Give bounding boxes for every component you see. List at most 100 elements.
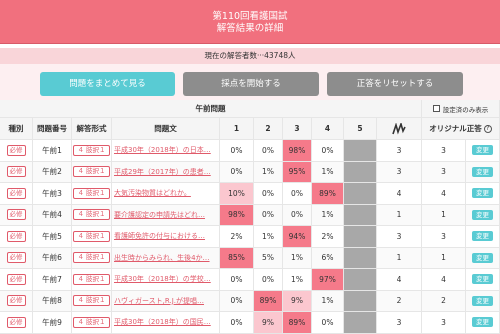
answer-value: 3 bbox=[377, 140, 422, 162]
question-number: 午前7 bbox=[33, 269, 72, 291]
original-answer: 4 bbox=[422, 183, 466, 205]
question-link[interactable]: 要介護認定の申請先はどれ… bbox=[112, 204, 220, 226]
option-3-percent: 94% bbox=[283, 226, 312, 248]
option-4-percent: 1% bbox=[312, 161, 344, 183]
change-button[interactable]: 変更 bbox=[472, 145, 493, 156]
question-link[interactable]: 看護師免許の付与における… bbox=[112, 226, 220, 248]
table-row: 必修 午前1 ４ 肢択１ 平成30年（2018年）の日本… 0% 0% 98% 0% 3 3 変更 bbox=[0, 140, 500, 162]
col-type: 解答形式 bbox=[72, 118, 112, 140]
view-all-questions-button[interactable]: 問題をまとめて見る bbox=[40, 72, 175, 96]
answer-value: 4 bbox=[377, 269, 422, 291]
question-link[interactable]: 平成30年（2018年）の学校… bbox=[112, 269, 220, 291]
start-grading-button[interactable]: 採点を開始する bbox=[183, 72, 319, 96]
question-number: 午前1 bbox=[33, 140, 72, 162]
question-link[interactable]: 平成29年（2017年）の患者… bbox=[112, 161, 220, 183]
option-1-percent: 0% bbox=[220, 312, 254, 334]
table-row: 必修 午前7 ４ 肢択１ 平成30年（2018年）の学校… 0% 0% 1% 97% 4 4 変更 bbox=[0, 269, 500, 291]
answer-type-badge: ４ 肢択１ bbox=[73, 230, 110, 242]
kind-cell: 必修 bbox=[0, 247, 33, 269]
change-cell: 変更 bbox=[466, 247, 500, 269]
question-link[interactable]: 平成30年（2018年）の日本… bbox=[112, 140, 220, 162]
change-button[interactable]: 変更 bbox=[472, 295, 493, 306]
answer-value: 3 bbox=[377, 161, 422, 183]
option-4-percent: 2% bbox=[312, 226, 344, 248]
change-button[interactable]: 変更 bbox=[472, 252, 493, 263]
kind-badge: 必修 bbox=[6, 295, 26, 307]
change-cell: 変更 bbox=[466, 269, 500, 291]
col-opt-3: 3 bbox=[283, 118, 312, 140]
kind-cell: 必修 bbox=[0, 290, 33, 312]
question-link[interactable]: 大気汚染物質はどれか。 bbox=[112, 183, 220, 205]
col-opt-2: 2 bbox=[254, 118, 283, 140]
option-5-disabled bbox=[344, 290, 377, 312]
answer-type-badge: ４ 肢択１ bbox=[73, 316, 110, 328]
original-answer: 4 bbox=[422, 269, 466, 291]
answer-value: 4 bbox=[377, 183, 422, 205]
reset-answers-button[interactable]: 正答をリセットする bbox=[327, 72, 463, 96]
option-4-percent: 0% bbox=[312, 140, 344, 162]
option-2-percent: 1% bbox=[254, 161, 283, 183]
col-answer bbox=[377, 118, 422, 140]
change-button[interactable]: 変更 bbox=[472, 166, 493, 177]
question-link[interactable]: ハヴィガースト,R.J.が提唱… bbox=[112, 290, 220, 312]
type-cell: ４ 肢択１ bbox=[72, 290, 112, 312]
change-button[interactable]: 変更 bbox=[472, 231, 493, 242]
option-3-percent: 89% bbox=[283, 312, 312, 334]
option-2-percent: 9% bbox=[254, 312, 283, 334]
option-4-percent: 97% bbox=[312, 269, 344, 291]
option-5-disabled bbox=[344, 269, 377, 291]
type-cell: ４ 肢択１ bbox=[72, 183, 112, 205]
help-icon[interactable]: ? bbox=[483, 124, 492, 133]
original-answer: 3 bbox=[422, 161, 466, 183]
kind-cell: 必修 bbox=[0, 204, 33, 226]
session-title: 午前問題 bbox=[0, 100, 422, 118]
show-setting-checkbox[interactable] bbox=[432, 105, 440, 112]
table-row: 必修 午前4 ４ 肢択１ 要介護認定の申請先はどれ… 98% 0% 0% 1% 1 1 変更 bbox=[0, 204, 500, 226]
change-button[interactable]: 変更 bbox=[472, 274, 493, 285]
option-5-disabled bbox=[344, 161, 377, 183]
answer-type-badge: ４ 肢択１ bbox=[73, 166, 110, 178]
kind-badge: 必修 bbox=[6, 252, 26, 264]
question-number: 午前8 bbox=[33, 290, 72, 312]
tally-chart-icon bbox=[392, 122, 406, 135]
answer-type-badge: ４ 肢択１ bbox=[73, 273, 110, 285]
change-cell: 変更 bbox=[466, 161, 500, 183]
option-1-percent: 85% bbox=[220, 247, 254, 269]
kind-badge: 必修 bbox=[6, 273, 26, 285]
change-cell: 変更 bbox=[466, 290, 500, 312]
table-header-columns: 種別 問題番号 解答形式 問題文 1 2 3 4 5 オリジナル正答 ? bbox=[0, 118, 500, 140]
show-setting-toggle[interactable]: 設定済のみ表示 bbox=[422, 100, 500, 118]
answer-type-badge: ４ 肢択１ bbox=[73, 144, 110, 156]
question-link[interactable]: 平成30年（2018年）の国民… bbox=[112, 312, 220, 334]
type-cell: ４ 肢択１ bbox=[72, 140, 112, 162]
change-button[interactable]: 変更 bbox=[472, 188, 493, 199]
original-answer: 3 bbox=[422, 312, 466, 334]
answer-value: 1 bbox=[377, 204, 422, 226]
option-4-percent: 89% bbox=[312, 183, 344, 205]
option-3-percent: 9% bbox=[283, 290, 312, 312]
option-3-percent: 0% bbox=[283, 204, 312, 226]
show-setting-label: 設定済のみ表示 bbox=[442, 105, 489, 114]
type-cell: ４ 肢択１ bbox=[72, 247, 112, 269]
option-1-percent: 0% bbox=[220, 290, 254, 312]
table-row: 必修 午前3 ４ 肢択１ 大気汚染物質はどれか。 10% 0% 0% 89% 4 4 変更 bbox=[0, 183, 500, 205]
question-link[interactable]: 出生時からみられ、生後4か… bbox=[112, 247, 220, 269]
change-button[interactable]: 変更 bbox=[472, 317, 493, 328]
question-number: 午前2 bbox=[33, 161, 72, 183]
option-4-percent: 0% bbox=[312, 312, 344, 334]
original-answer: 2 bbox=[422, 290, 466, 312]
option-1-percent: 10% bbox=[220, 183, 254, 205]
option-5-disabled bbox=[344, 204, 377, 226]
kind-cell: 必修 bbox=[0, 226, 33, 248]
answer-type-badge: ４ 肢択１ bbox=[73, 295, 110, 307]
kind-cell: 必修 bbox=[0, 269, 33, 291]
option-2-percent: 0% bbox=[254, 183, 283, 205]
change-button[interactable]: 変更 bbox=[472, 209, 493, 220]
type-cell: ４ 肢択１ bbox=[72, 312, 112, 334]
change-cell: 変更 bbox=[466, 183, 500, 205]
change-cell: 変更 bbox=[466, 204, 500, 226]
table-row: 必修 午前8 ４ 肢択１ ハヴィガースト,R.J.が提唱… 0% 89% 9% 1% 2 2 変更 bbox=[0, 290, 500, 312]
kind-cell: 必修 bbox=[0, 161, 33, 183]
change-cell: 変更 bbox=[466, 312, 500, 334]
original-answer: 3 bbox=[422, 226, 466, 248]
